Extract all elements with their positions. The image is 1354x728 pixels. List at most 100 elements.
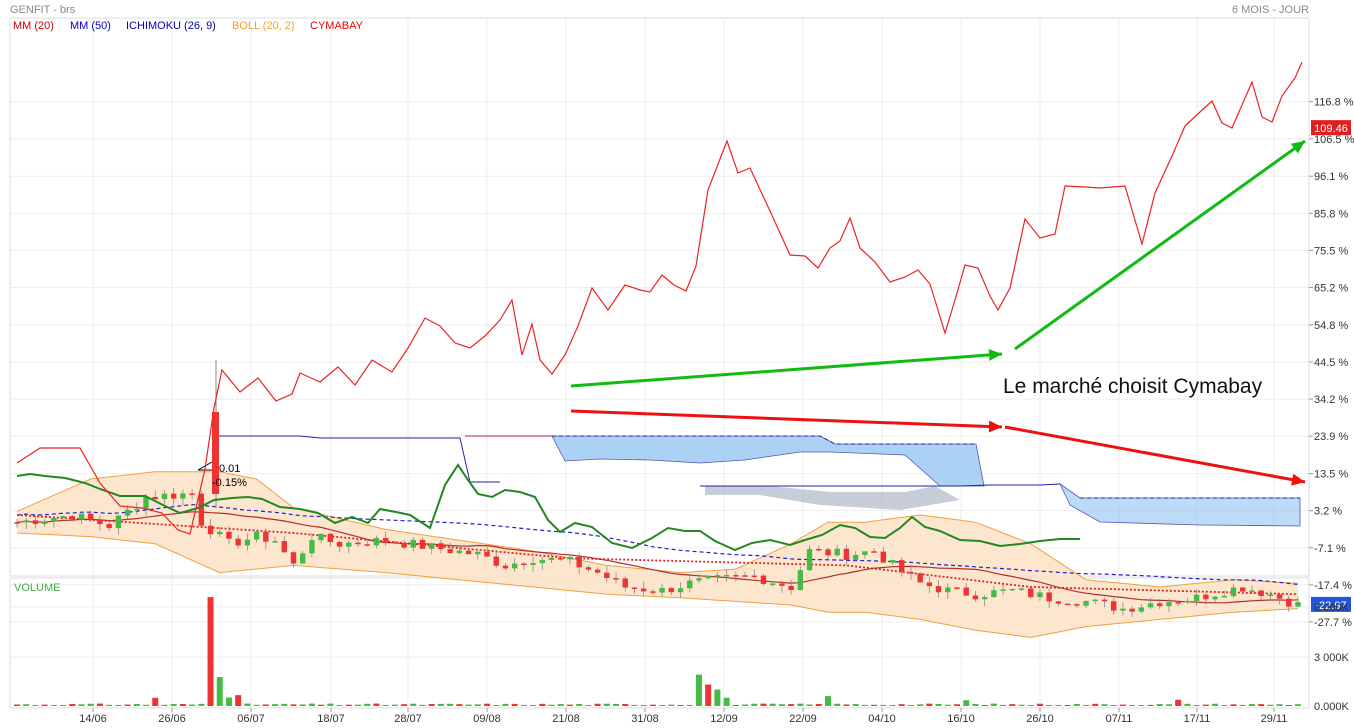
volume-bar — [585, 705, 592, 706]
volume-bar — [456, 704, 463, 706]
candle-body — [585, 567, 592, 570]
volume-bar — [889, 705, 896, 706]
date-tick-label: 07/11 — [1106, 713, 1133, 725]
volume-bar — [1110, 705, 1117, 706]
volume-bar — [695, 674, 702, 706]
candle-body — [1083, 600, 1089, 606]
volume-bar — [465, 704, 472, 706]
volume-bar — [281, 703, 288, 706]
volume-bar — [1064, 705, 1071, 706]
volume-bar — [723, 697, 730, 706]
candle-body — [1138, 607, 1145, 612]
date-tick-label: 16/10 — [947, 713, 975, 725]
volume-bar — [649, 704, 656, 706]
volume-bar — [474, 704, 481, 706]
volume-bar — [437, 703, 444, 706]
candle-body — [419, 539, 426, 549]
date-tick-label: 06/07 — [237, 713, 265, 725]
arrow-green-2-head — [1290, 141, 1305, 154]
date-tick-label: 26/06 — [158, 713, 186, 725]
price-tick-label: 75.5 % — [1314, 245, 1348, 257]
candle-body — [613, 578, 619, 580]
volume-bar — [843, 704, 850, 706]
candle-body — [1249, 590, 1255, 592]
volume-bar — [354, 704, 361, 706]
volume-bar — [161, 704, 168, 706]
volume-tick-label: 6 000K — [1314, 602, 1350, 614]
candle-body — [60, 516, 66, 519]
price-tick-label: -27.7 % — [1314, 617, 1352, 629]
volume-bar — [520, 704, 527, 706]
candle-body — [189, 493, 195, 495]
candle-body — [1018, 588, 1025, 590]
volume-bar — [87, 703, 94, 706]
candle-body — [69, 516, 75, 520]
volume-bar — [447, 703, 454, 706]
candle-body — [318, 533, 324, 541]
candle-body — [834, 548, 840, 556]
volume-bar — [327, 703, 334, 706]
price-tick-label: 96.1 % — [1314, 171, 1348, 183]
volume-bar — [133, 704, 140, 706]
candle-body — [355, 542, 361, 545]
volume-bar — [41, 704, 48, 706]
candle-body — [816, 548, 822, 551]
volume-bar — [1009, 704, 1016, 706]
volume-bar — [1221, 705, 1228, 706]
volume-bar — [990, 703, 997, 706]
volume-bar — [548, 704, 555, 706]
candle-body — [1276, 594, 1283, 599]
candle-body — [1157, 603, 1163, 607]
volume-bar — [594, 703, 601, 706]
volume-bar — [917, 704, 924, 706]
volume-bar — [852, 704, 859, 706]
price-tick-label: 34.2 % — [1314, 394, 1348, 406]
volume-bar — [253, 704, 260, 706]
candle-body — [152, 497, 158, 500]
candle-body — [843, 548, 850, 560]
volume-bar — [1027, 704, 1034, 706]
price-tick-label: -7.1 % — [1314, 543, 1346, 555]
volume-bar — [484, 703, 491, 706]
volume-bar — [391, 704, 398, 706]
candle-body — [742, 575, 748, 577]
volume-bar — [1129, 705, 1136, 706]
volume-bar — [1184, 703, 1191, 706]
volume-bar — [1230, 704, 1237, 706]
candle-body — [1037, 592, 1043, 598]
volume-bar — [401, 704, 408, 706]
candle-body — [972, 595, 979, 600]
volume-bar — [622, 704, 629, 706]
candle-body — [253, 531, 260, 540]
candle-body — [1267, 594, 1274, 597]
candle-body — [521, 563, 527, 566]
volume-bar — [69, 703, 76, 706]
candle-body — [1064, 603, 1071, 606]
candle-body — [207, 525, 214, 535]
volume-bar — [1193, 705, 1200, 706]
candle-body — [917, 573, 923, 583]
volume-bar — [244, 703, 251, 706]
volume-bar — [834, 703, 841, 706]
date-tick-label: 04/10 — [868, 713, 896, 725]
candle-body — [576, 556, 582, 568]
legend-mm20: MM (20) — [13, 20, 54, 32]
ichimoku-cloud-a — [551, 435, 985, 487]
candle-body — [438, 543, 444, 550]
candle-body — [1184, 600, 1191, 603]
tooltip-value: 0.01 — [219, 463, 240, 475]
candle-body — [124, 509, 131, 516]
candle-body — [1110, 601, 1117, 611]
volume-bar — [603, 703, 610, 706]
candle-body — [852, 554, 859, 560]
candle-body — [97, 519, 103, 525]
volume-bar — [1202, 704, 1209, 706]
date-tick-label: 31/08 — [631, 713, 659, 725]
volume-bar — [382, 704, 389, 706]
price-tick-label: 13.5 % — [1314, 469, 1348, 481]
date-tick-label: 29/11 — [1261, 713, 1288, 725]
volume-bar — [14, 704, 20, 706]
candle-body — [539, 560, 546, 564]
volume-bar — [806, 704, 813, 706]
candle-body — [548, 558, 555, 561]
